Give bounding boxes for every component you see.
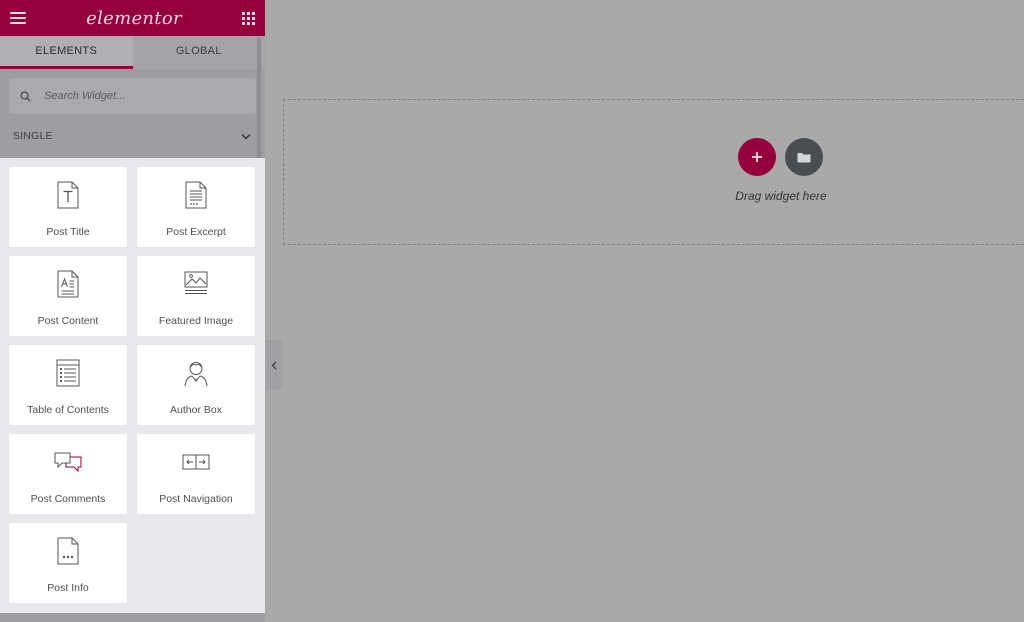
widget-label: Post Navigation [159,493,233,505]
search-icon [20,90,31,101]
widget-label: Table of Contents [27,404,109,416]
category-label: SINGLE [13,130,53,142]
post-navigation-icon [182,447,210,477]
elementor-logo: elementor [86,7,182,29]
widget-post-excerpt[interactable]: Post Excerpt [137,167,255,247]
post-title-icon [57,180,79,210]
widget-label: Post Content [37,315,99,327]
widget-post-content[interactable]: Post Content [9,256,127,336]
widget-label: Post Excerpt [166,226,226,238]
widget-label: Post Title [46,226,90,238]
chevron-left-icon [271,361,277,369]
panel-tabs: ELEMENTS GLOBAL [0,36,265,69]
widgets-grid: Post Title Post Excerpt Post Content Fea… [0,158,265,613]
widget-post-title[interactable]: Post Title [9,167,127,247]
add-section-button[interactable] [738,138,776,176]
category-single[interactable]: SINGLE [0,114,265,158]
add-template-button[interactable] [785,138,823,176]
widget-label: Featured Image [158,315,234,327]
author-box-icon [182,358,210,388]
widget-post-navigation[interactable]: Post Navigation [137,434,255,514]
empty-section-dropzone[interactable] [283,99,1024,245]
folder-icon [797,152,811,162]
widget-post-comments[interactable]: Post Comments [9,434,127,514]
widget-label: Post Comments [30,493,106,505]
widgets-grid-icon[interactable] [242,11,255,25]
tab-elements[interactable]: ELEMENTS [0,36,133,69]
widget-featured-image[interactable]: Featured Image [137,256,255,336]
post-excerpt-icon [185,180,207,210]
widget-label: Author Box [170,404,222,416]
menu-icon[interactable] [10,12,26,24]
post-comments-icon [53,447,83,477]
search-input[interactable] [44,90,234,102]
table-of-contents-icon [56,358,80,388]
plus-icon [752,152,762,162]
drag-widget-hint: Drag widget here [735,189,827,203]
widget-label: Post Info [47,582,89,594]
collapse-panel-button[interactable] [266,340,282,390]
widget-author-box[interactable]: Author Box [137,345,255,425]
editor-panel: elementor ELEMENTS GLOBAL SINGLE Post [0,0,265,622]
panel-scrollbar[interactable] [257,38,261,165]
widget-post-info[interactable]: Post Info [9,523,127,603]
featured-image-icon [183,269,209,299]
post-info-icon [57,536,79,566]
widget-table-of-contents[interactable]: Table of Contents [9,345,127,425]
post-content-icon [57,269,79,299]
search-wrapper [0,69,265,114]
panel-footer-strip [0,613,265,622]
tab-global[interactable]: GLOBAL [133,36,266,69]
panel-header: elementor [0,0,265,36]
chevron-down-icon [241,133,251,140]
search-box [9,78,256,114]
